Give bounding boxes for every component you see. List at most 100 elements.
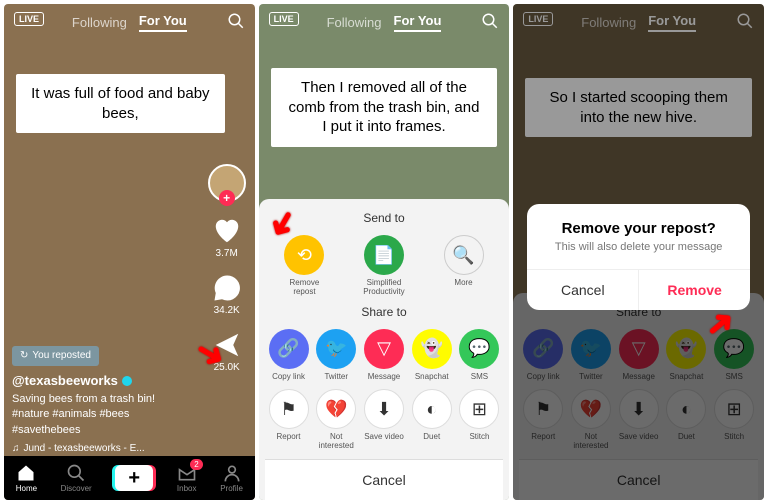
like-button[interactable]: 3.7M xyxy=(212,216,242,259)
action-rail: 3.7M 34.2K 25.0K xyxy=(205,164,249,373)
home-label: Home xyxy=(16,484,37,493)
duet-icon: ◐ xyxy=(412,389,452,429)
savevideo-button[interactable]: ⬇ Save video xyxy=(362,389,406,451)
video-description[interactable]: Saving bees from a trash bin! #nature #a… xyxy=(12,392,195,438)
repost-icon: ⟲ xyxy=(284,235,324,275)
confirm-dialog: Remove your repost? This will also delet… xyxy=(527,204,750,310)
profile-icon xyxy=(222,463,242,483)
search-icon[interactable] xyxy=(227,12,245,30)
share-sheet: Send to ⟲ Remove repost 📄 Simplified Produ… xyxy=(259,199,510,500)
reposted-label: You reposted xyxy=(32,349,91,363)
bottom-tabbar: Home Discover + Inbox Profile xyxy=(4,456,255,500)
tab-discover[interactable]: Discover xyxy=(61,463,92,493)
notint-label: Not interested xyxy=(314,433,358,451)
create-button[interactable]: + xyxy=(115,465,153,491)
download-icon: ⬇ xyxy=(364,389,404,429)
shareto-title: Share to xyxy=(265,305,504,319)
tab-profile[interactable]: Profile xyxy=(220,463,243,493)
copylink-button[interactable]: 🔗 Copy link xyxy=(267,329,311,382)
topbar: LIVE Following For You xyxy=(259,4,510,40)
duet-label: Duet xyxy=(423,433,440,442)
twitter-icon: 🐦 xyxy=(316,329,356,369)
topbar: LIVE Following For You xyxy=(4,4,255,40)
phone-feed: LIVE Following For You It was full of fo… xyxy=(4,4,255,500)
simplified-label: Simplified Productivity xyxy=(362,279,406,297)
music-text: Jund - texasbeeworks - E... xyxy=(24,442,145,456)
username[interactable]: @texasbeeworks xyxy=(12,372,195,390)
sendto-title: Send to xyxy=(265,211,504,225)
heart-icon xyxy=(212,216,242,246)
snapchat-label: Snapchat xyxy=(415,373,449,382)
comment-icon xyxy=(212,273,242,303)
phone-confirm-dialog: LIVE Following For You So I started scoo… xyxy=(513,4,764,500)
twitter-label: Twitter xyxy=(324,373,348,382)
tab-foryou[interactable]: For You xyxy=(394,13,442,32)
tab-inbox[interactable]: Inbox xyxy=(177,463,197,493)
snapchat-button[interactable]: 👻 Snapchat xyxy=(410,329,454,382)
report-button[interactable]: ⚑ Report xyxy=(267,389,311,451)
message-icon: ▽ xyxy=(364,329,404,369)
music-info[interactable]: ♫ Jund - texasbeeworks - E... xyxy=(12,442,195,456)
note-icon: 📄 xyxy=(364,235,404,275)
username-text: @texasbeeworks xyxy=(12,372,118,390)
phone-share-sheet: LIVE Following For You Then I removed al… xyxy=(259,4,510,500)
inbox-icon xyxy=(177,463,197,483)
more-button[interactable]: 🔍 More xyxy=(442,235,486,297)
tab-following[interactable]: Following xyxy=(327,15,382,30)
inbox-label: Inbox xyxy=(177,484,197,493)
discover-icon xyxy=(66,463,86,483)
discover-label: Discover xyxy=(61,484,92,493)
link-icon: 🔗 xyxy=(269,329,309,369)
tab-following[interactable]: Following xyxy=(72,15,127,30)
home-icon xyxy=(16,463,36,483)
shareto-row: 🔗 Copy link 🐦 Twitter ▽ Message 👻 Snapchat 💬… xyxy=(265,329,504,382)
comment-count: 34.2K xyxy=(214,305,240,316)
stitch-button[interactable]: ⊞Stitch xyxy=(457,389,501,451)
sms-label: SMS xyxy=(471,373,488,382)
remove-repost-button[interactable]: ⟲ Remove repost xyxy=(282,235,326,297)
video-caption: Then I removed all of the comb from the … xyxy=(271,68,498,147)
stitch-label: Stitch xyxy=(469,433,489,442)
share-button[interactable]: 25.0K xyxy=(212,330,242,373)
notinterested-button[interactable]: 💔 Not interested xyxy=(314,389,358,451)
heartbreak-icon: 💔 xyxy=(316,389,356,429)
video-meta: ↻ You reposted @texasbeeworks Saving bee… xyxy=(12,346,195,456)
report-label: Report xyxy=(277,433,301,442)
dialog-title: Remove your repost? xyxy=(527,204,750,241)
duet-button[interactable]: ◐ Duet xyxy=(410,389,454,451)
like-count: 3.7M xyxy=(216,248,238,259)
tab-foryou[interactable]: For You xyxy=(139,13,187,32)
message-button[interactable]: ▽ Message xyxy=(362,329,406,382)
remove-repost-label: Remove repost xyxy=(282,279,326,297)
search-icon: 🔍 xyxy=(444,235,484,275)
video-caption: It was full of food and baby bees, xyxy=(16,74,225,133)
live-badge[interactable]: LIVE xyxy=(14,12,44,26)
search-icon[interactable] xyxy=(481,12,499,30)
dialog-remove-button[interactable]: Remove xyxy=(639,270,750,310)
comment-button[interactable]: 34.2K xyxy=(212,273,242,316)
share-icon xyxy=(212,330,242,360)
cancel-button[interactable]: Cancel xyxy=(265,459,504,500)
sms-button[interactable]: 💬 SMS xyxy=(457,329,501,382)
twitter-button[interactable]: 🐦 Twitter xyxy=(314,329,358,382)
sms-icon: 💬 xyxy=(459,329,499,369)
savevid-label: Save video xyxy=(364,433,404,442)
flag-icon: ⚑ xyxy=(269,389,309,429)
snapchat-icon: 👻 xyxy=(412,329,452,369)
dialog-cancel-button[interactable]: Cancel xyxy=(527,270,639,310)
verified-icon xyxy=(122,376,132,386)
message-label: Message xyxy=(368,373,400,382)
creator-avatar[interactable] xyxy=(208,164,246,202)
dialog-buttons: Cancel Remove xyxy=(527,269,750,310)
profile-label: Profile xyxy=(220,484,243,493)
reposted-badge[interactable]: ↻ You reposted xyxy=(12,346,99,366)
actions-row: ⚑ Report 💔 Not interested ⬇ Save video ◐ Due… xyxy=(265,389,504,451)
more-label: More xyxy=(454,279,472,288)
tab-home[interactable]: Home xyxy=(16,463,37,493)
live-badge[interactable]: LIVE xyxy=(269,12,299,26)
dialog-message: This will also delete your message xyxy=(527,241,750,269)
share-count: 25.0K xyxy=(214,362,240,373)
sendto-row: ⟲Remove repost 📄Simplified Productivity … xyxy=(265,235,504,297)
copylink-label: Copy link xyxy=(272,373,305,382)
simplified-button[interactable]: 📄 Simplified Productivity xyxy=(362,235,406,297)
